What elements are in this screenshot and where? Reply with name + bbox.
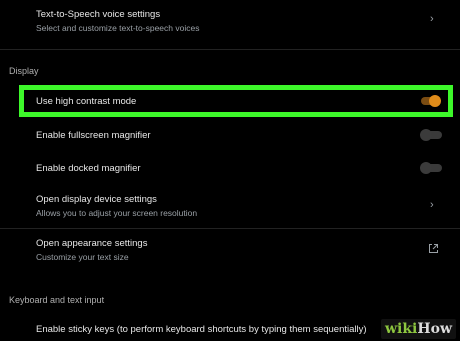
appearance-settings-subtitle: Customize your text size	[36, 252, 129, 262]
display-device-settings-subtitle: Allows you to adjust your screen resolut…	[36, 208, 198, 218]
appearance-settings-title: Open appearance settings	[36, 238, 148, 249]
section-title-keyboard: Keyboard and text input	[9, 295, 105, 305]
display-device-settings-row[interactable]: Open display device settings Allows you …	[0, 189, 460, 225]
fullscreen-magnifier-label: Enable fullscreen magnifier	[36, 130, 151, 141]
tts-settings-title: Text-to-Speech voice settings	[36, 9, 161, 20]
fullscreen-magnifier-row[interactable]: Enable fullscreen magnifier	[0, 122, 460, 152]
section-title-display: Display	[9, 66, 39, 76]
divider	[0, 228, 460, 229]
docked-magnifier-toggle[interactable]	[420, 161, 442, 175]
high-contrast-label: Use high contrast mode	[36, 96, 137, 107]
tts-settings-subtitle: Select and customize text-to-speech voic…	[36, 23, 200, 33]
chevron-right-icon: ›	[430, 13, 434, 25]
high-contrast-row[interactable]: Use high contrast mode	[24, 90, 448, 112]
chevron-right-icon: ›	[430, 199, 434, 211]
watermark-wiki: wiki	[384, 321, 418, 337]
fullscreen-magnifier-toggle[interactable]	[420, 128, 442, 142]
display-device-settings-title: Open display device settings	[36, 194, 157, 205]
high-contrast-toggle[interactable]	[420, 94, 442, 108]
wikihow-watermark: wikiHow	[380, 319, 456, 339]
watermark-how: How	[417, 321, 452, 337]
divider	[0, 49, 460, 50]
tts-settings-row[interactable]: Text-to-Speech voice settings Select and…	[0, 0, 460, 40]
docked-magnifier-label: Enable docked magnifier	[36, 163, 141, 174]
appearance-settings-row[interactable]: Open appearance settings Customize your …	[0, 233, 460, 269]
docked-magnifier-row[interactable]: Enable docked magnifier	[0, 155, 460, 185]
open-external-icon	[429, 244, 438, 253]
sticky-keys-label: Enable sticky keys (to perform keyboard …	[36, 324, 367, 335]
